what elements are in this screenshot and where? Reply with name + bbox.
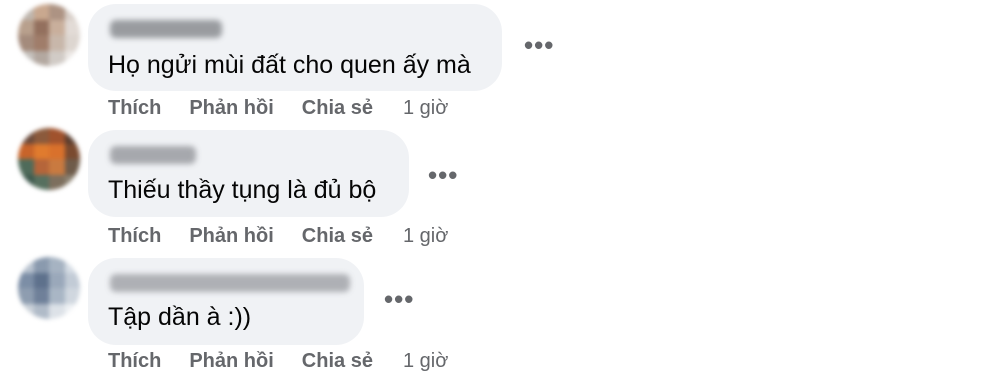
avatar[interactable] [18,128,80,190]
avatar-pixel [33,128,49,144]
comment-bubble: Thiếu thầy tụng là đủ bộ [88,130,409,217]
avatar-pixel [64,50,80,66]
avatar-pixel [33,174,49,190]
avatar-pixel [64,174,80,190]
avatar-pixel [64,272,80,288]
comment-actions: Thích Phản hồi Chia sẻ 1 giờ [108,97,448,120]
comment-timestamp[interactable]: 1 giờ [403,350,448,373]
avatar-pixel [18,143,34,159]
comment-timestamp[interactable]: 1 giờ [403,225,448,248]
avatar-pixel [49,143,65,159]
avatar-pixel [49,257,65,273]
avatar-image [18,128,80,190]
more-options-icon[interactable]: ••• [524,30,554,61]
avatar-pixel [18,19,34,35]
reply-button[interactable]: Phản hồi [189,350,273,373]
avatar-pixel [33,35,49,51]
like-button[interactable]: Thích [108,97,161,120]
avatar-pixel [18,272,34,288]
avatar-pixel [49,288,65,304]
avatar-pixel [18,257,34,273]
avatar-pixel [33,272,49,288]
share-button[interactable]: Chia sẻ [302,97,373,120]
avatar-pixel [64,303,80,319]
avatar-pixel [49,159,65,175]
avatar-pixel [18,174,34,190]
avatar-pixel [18,288,34,304]
avatar-pixel [33,50,49,66]
avatar-pixel [33,143,49,159]
avatar-pixel [49,50,65,66]
avatar-pixel [49,4,65,20]
commenter-name-blurred[interactable] [110,146,196,164]
avatar[interactable] [18,257,80,319]
commenter-name-blurred[interactable] [110,274,350,292]
avatar-pixel [64,257,80,273]
reply-button[interactable]: Phản hồi [189,97,273,120]
avatar-pixel [49,19,65,35]
avatar-pixel [64,128,80,144]
avatar-pixel [64,35,80,51]
comment-bubble: Họ ngửi mùi đất cho quen ấy mà [88,4,502,91]
comment-text: Tập dần à :)) [108,303,252,331]
avatar-image [18,4,80,66]
comment-text: Họ ngửi mùi đất cho quen ấy mà [108,51,471,79]
avatar-pixel [18,4,34,20]
share-button[interactable]: Chia sẻ [302,350,373,373]
comment-text: Thiếu thầy tụng là đủ bộ [108,176,377,204]
avatar-pixel [33,19,49,35]
avatar-image [18,257,80,319]
avatar-pixel [33,303,49,319]
avatar-pixel [18,303,34,319]
avatar-pixel [18,159,34,175]
avatar-pixel [49,272,65,288]
avatar-pixel [64,143,80,159]
avatar-pixel [33,159,49,175]
reply-button[interactable]: Phản hồi [189,225,273,248]
commenter-name-blurred[interactable] [110,20,222,38]
avatar-pixel [49,174,65,190]
avatar[interactable] [18,4,80,66]
avatar-pixel [49,303,65,319]
comment-actions: Thích Phản hồi Chia sẻ 1 giờ [108,350,448,373]
more-options-icon[interactable]: ••• [384,284,414,315]
avatar-pixel [18,50,34,66]
like-button[interactable]: Thích [108,350,161,373]
share-button[interactable]: Chia sẻ [302,225,373,248]
avatar-pixel [18,35,34,51]
more-options-icon[interactable]: ••• [428,160,458,191]
like-button[interactable]: Thích [108,225,161,248]
comment-bubble: Tập dần à :)) [88,258,364,345]
avatar-pixel [18,128,34,144]
comment-actions: Thích Phản hồi Chia sẻ 1 giờ [108,225,448,248]
comment-timestamp[interactable]: 1 giờ [403,97,448,120]
avatar-pixel [64,288,80,304]
avatar-pixel [33,257,49,273]
avatar-pixel [33,4,49,20]
avatar-pixel [33,288,49,304]
avatar-pixel [64,4,80,20]
avatar-pixel [49,35,65,51]
avatar-pixel [49,128,65,144]
avatar-pixel [64,19,80,35]
avatar-pixel [64,159,80,175]
